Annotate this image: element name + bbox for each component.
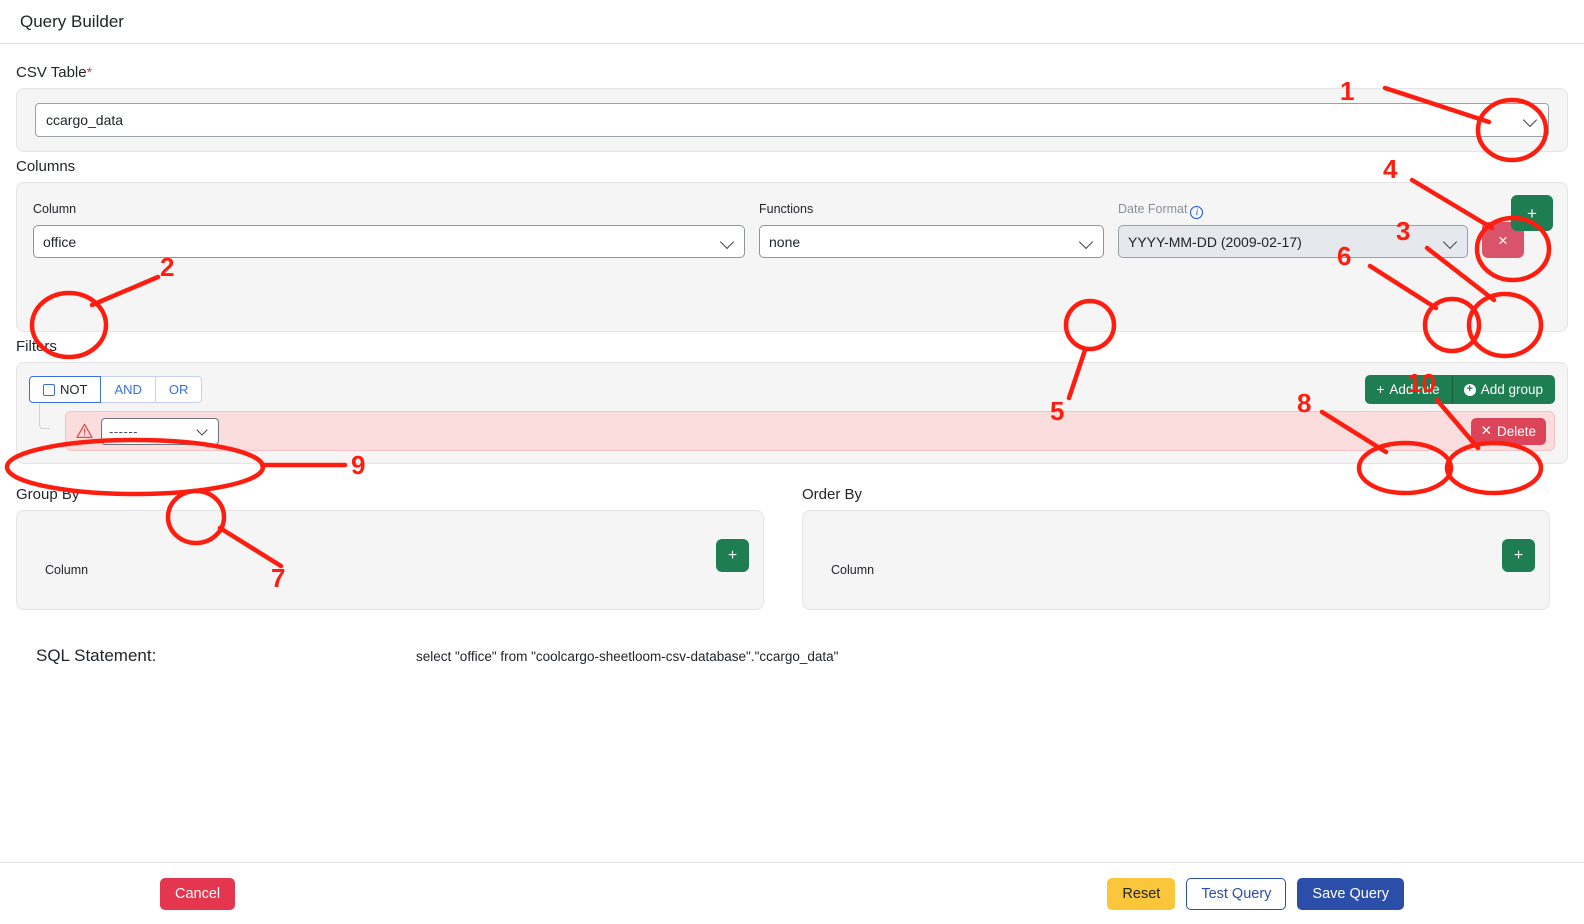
filters-label: Filters xyxy=(16,338,57,355)
csv-table-select[interactable]: ccargo_data xyxy=(35,103,1549,137)
group-by-panel: Column + xyxy=(16,510,764,610)
add-order-by-button[interactable]: + xyxy=(1502,539,1535,572)
add-group-by-button[interactable]: + xyxy=(716,539,749,572)
filter-not-button[interactable]: NOT xyxy=(29,376,102,403)
date-format-select[interactable]: YYYY-MM-DD (2009-02-17) xyxy=(1118,225,1468,258)
sql-statement-row: SQL Statement: select "office" from "coo… xyxy=(16,646,1568,666)
functions-sublabel: Functions xyxy=(759,202,814,216)
add-rule-button[interactable]: + Add rule xyxy=(1364,375,1452,404)
add-rule-label: Add rule xyxy=(1389,382,1440,397)
functions-field: Functions none xyxy=(759,202,1104,258)
circle-plus-icon: + xyxy=(1463,383,1476,396)
required-marker: * xyxy=(86,64,93,80)
filter-rule-field-value: ------ xyxy=(109,423,138,439)
sql-statement-label: SQL Statement: xyxy=(36,646,157,665)
csv-table-label: CSV Table* xyxy=(16,64,1568,81)
filter-and-button[interactable]: AND xyxy=(101,376,156,403)
column-row: Column office Functions none Date Format… xyxy=(33,199,1551,258)
filter-rule-row: ------ ✕ Delete xyxy=(65,411,1555,451)
add-group-button[interactable]: + Add group xyxy=(1451,375,1555,404)
warning-triangle-icon xyxy=(76,423,93,439)
chevron-down-icon[interactable] xyxy=(1444,235,1458,249)
column-select[interactable]: office xyxy=(33,225,745,258)
cancel-button[interactable]: Cancel xyxy=(160,877,236,910)
filter-rule-wrapper: ------ ✕ Delete xyxy=(29,404,1555,451)
chevron-down-icon[interactable] xyxy=(1080,235,1094,249)
column-field: Column office xyxy=(33,202,745,258)
functions-select[interactable]: none xyxy=(759,225,1104,258)
modal-header: Query Builder xyxy=(0,0,1584,44)
group-by-label: Group By xyxy=(16,486,80,503)
chevron-down-icon[interactable] xyxy=(197,424,211,438)
save-query-button[interactable]: Save Query xyxy=(1297,877,1404,910)
filters-panel: NOT AND OR + Add rule + Add group ------… xyxy=(16,362,1568,464)
sql-statement-text: select "office" from "coolcargo-sheetloo… xyxy=(416,648,839,664)
filters-actions: + Add rule + Add group xyxy=(1364,375,1555,404)
close-icon: ✕ xyxy=(1480,423,1492,438)
filter-logic-button-group: NOT AND OR xyxy=(29,376,203,403)
add-column-button[interactable]: + xyxy=(1511,195,1553,231)
date-format-sublabel: Date Format i xyxy=(1118,202,1468,219)
footer-left-actions: Cancel xyxy=(160,877,236,910)
csv-table-value: ccargo_data xyxy=(46,112,124,128)
csv-table-label-text: CSV Table xyxy=(16,64,87,81)
plus-icon: + xyxy=(1376,382,1385,397)
date-format-value: YYYY-MM-DD (2009-02-17) xyxy=(1128,233,1302,250)
order-by-section: Order By Column + xyxy=(802,480,1550,610)
filter-or-button[interactable]: OR xyxy=(155,376,203,403)
column-sublabel: Column xyxy=(33,202,77,216)
checkbox-icon[interactable] xyxy=(43,383,55,396)
date-format-field: Date Format i YYYY-MM-DD (2009-02-17) xyxy=(1118,202,1468,258)
filter-rule-field-select[interactable]: ------ xyxy=(101,417,219,445)
order-by-column-label: Column xyxy=(831,563,875,577)
filter-not-label: NOT xyxy=(60,382,88,397)
delete-rule-label: Delete xyxy=(1496,423,1536,439)
functions-select-value: none xyxy=(769,233,801,250)
order-by-panel: Column + xyxy=(802,510,1550,610)
filter-or-label: OR xyxy=(168,382,189,397)
info-icon[interactable]: i xyxy=(1190,206,1204,219)
filter-and-label: AND xyxy=(114,382,142,397)
group-by-section: Group By Column + xyxy=(16,480,764,610)
date-format-label-text: Date Format xyxy=(1118,202,1188,216)
chevron-down-icon[interactable] xyxy=(721,235,735,249)
group-by-column-label: Column xyxy=(45,563,89,577)
add-group-label: Add group xyxy=(1480,382,1543,397)
test-query-button[interactable]: Test Query xyxy=(1186,877,1287,910)
order-by-label: Order By xyxy=(802,486,863,503)
groupby-orderby-row: Group By Column + Order By Column + xyxy=(16,480,1568,610)
column-select-value: office xyxy=(43,233,77,250)
modal-footer: Cancel Reset Test Query Save Query xyxy=(0,862,1584,924)
columns-label: Columns xyxy=(16,158,76,175)
reset-button[interactable]: Reset xyxy=(1107,877,1176,910)
csv-table-panel: ccargo_data xyxy=(16,88,1568,152)
footer-right-actions: Reset Test Query Save Query xyxy=(1107,877,1404,910)
page-title: Query Builder xyxy=(20,11,124,31)
columns-panel: + Column office Functions none Date Form… xyxy=(16,182,1568,332)
modal-body: CSV Table* ccargo_data Columns + Column … xyxy=(0,44,1584,666)
delete-rule-button[interactable]: ✕ Delete xyxy=(1470,417,1546,445)
chevron-down-icon[interactable] xyxy=(1524,113,1538,127)
filters-toolbar: NOT AND OR + Add rule + Add group xyxy=(29,375,1555,404)
